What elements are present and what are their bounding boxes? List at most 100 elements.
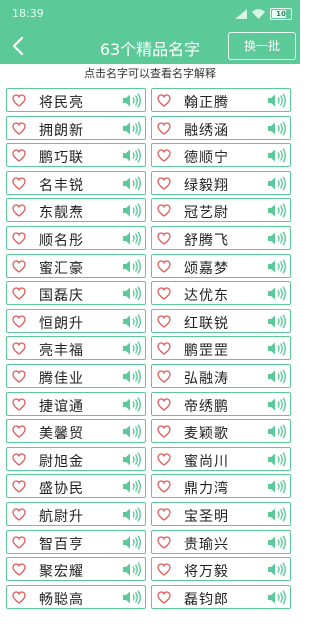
heart-icon[interactable] — [12, 370, 26, 383]
heart-icon[interactable] — [12, 232, 26, 245]
heart-icon[interactable] — [157, 342, 171, 356]
heart-icon[interactable] — [157, 480, 171, 494]
speaker-icon[interactable] — [122, 424, 142, 439]
heart-icon[interactable] — [157, 370, 171, 383]
speaker-icon[interactable] — [122, 286, 142, 301]
speaker-icon[interactable] — [122, 341, 142, 356]
speaker-icon[interactable] — [267, 203, 287, 218]
name-item[interactable]: 德顺宁 — [151, 143, 291, 168]
name-item[interactable]: 盛协民 — [6, 474, 146, 499]
speaker-icon[interactable] — [267, 424, 287, 439]
heart-icon[interactable] — [12, 149, 26, 162]
name-item[interactable]: 翰正腾 — [151, 88, 291, 112]
name-item[interactable]: 畅聪高 — [6, 584, 146, 609]
speaker-icon[interactable] — [122, 562, 142, 577]
speaker-icon[interactable] — [122, 148, 142, 163]
name-item[interactable]: 弘融涛 — [151, 363, 291, 388]
name-item[interactable]: 航尉升 — [6, 501, 146, 526]
heart-icon[interactable] — [157, 563, 171, 576]
name-item[interactable]: 舒腾飞 — [151, 225, 291, 250]
speaker-icon[interactable] — [267, 369, 287, 384]
name-item[interactable]: 蜜尚川 — [151, 446, 291, 471]
speaker-icon[interactable] — [267, 286, 287, 301]
name-item[interactable]: 美馨贸 — [6, 419, 146, 444]
heart-icon[interactable] — [157, 121, 171, 135]
heart-icon[interactable] — [12, 287, 26, 300]
name-item[interactable]: 拥朗新 — [6, 115, 146, 140]
speaker-icon[interactable] — [267, 176, 287, 191]
name-item[interactable]: 贵瑜兴 — [151, 529, 291, 554]
name-item[interactable]: 将万毅 — [151, 557, 291, 582]
heart-icon[interactable] — [157, 315, 171, 328]
name-item[interactable]: 磊钧郎 — [151, 584, 291, 609]
heart-icon[interactable] — [12, 425, 26, 438]
speaker-icon[interactable] — [122, 507, 142, 522]
speaker-icon[interactable] — [122, 452, 142, 467]
speaker-icon[interactable] — [267, 534, 287, 550]
name-item[interactable]: 顺名彤 — [6, 225, 146, 250]
name-item[interactable]: 鹏罡罡 — [151, 336, 291, 361]
speaker-icon[interactable] — [122, 479, 142, 494]
name-item[interactable]: 鼎力湾 — [151, 474, 291, 499]
name-item[interactable]: 尉旭金 — [6, 446, 146, 471]
speaker-icon[interactable] — [267, 258, 287, 274]
heart-icon[interactable] — [157, 149, 171, 162]
name-item[interactable]: 智百亨 — [6, 529, 146, 554]
name-item[interactable]: 麦颖歌 — [151, 419, 291, 444]
speaker-icon[interactable] — [267, 341, 287, 356]
heart-icon[interactable] — [12, 177, 26, 190]
heart-icon[interactable] — [157, 287, 171, 300]
heart-icon[interactable] — [157, 232, 171, 245]
heart-icon[interactable] — [157, 453, 171, 466]
name-item[interactable]: 宝圣明 — [151, 501, 291, 526]
speaker-icon[interactable] — [267, 479, 287, 494]
name-item[interactable]: 国磊庆 — [6, 281, 146, 306]
name-item[interactable]: 绿毅翔 — [151, 170, 291, 195]
speaker-icon[interactable] — [122, 121, 142, 136]
name-item[interactable]: 融绣涵 — [151, 115, 291, 140]
speaker-icon[interactable] — [267, 93, 287, 108]
name-item[interactable]: 聚宏耀 — [6, 557, 146, 582]
speaker-icon[interactable] — [122, 258, 142, 274]
heart-icon[interactable] — [12, 397, 26, 411]
speaker-icon[interactable] — [122, 93, 142, 108]
name-item[interactable]: 东靓焘 — [6, 198, 146, 223]
name-item[interactable]: 名丰锐 — [6, 170, 146, 195]
heart-icon[interactable] — [12, 535, 26, 549]
name-item[interactable]: 鹏巧联 — [6, 143, 146, 168]
heart-icon[interactable] — [12, 204, 26, 218]
heart-icon[interactable] — [157, 204, 171, 218]
heart-icon[interactable] — [12, 342, 26, 356]
speaker-icon[interactable] — [267, 148, 287, 163]
name-item[interactable]: 将民亮 — [6, 88, 146, 112]
name-item[interactable]: 颂嘉梦 — [151, 253, 291, 278]
heart-icon[interactable] — [12, 121, 26, 135]
speaker-icon[interactable] — [122, 176, 142, 191]
heart-icon[interactable] — [157, 94, 171, 107]
name-item[interactable]: 蜜汇豪 — [6, 253, 146, 278]
heart-icon[interactable] — [12, 563, 26, 576]
speaker-icon[interactable] — [267, 590, 287, 605]
speaker-icon[interactable] — [122, 534, 142, 550]
speaker-icon[interactable] — [267, 507, 287, 522]
heart-icon[interactable] — [157, 259, 171, 273]
heart-icon[interactable] — [12, 508, 26, 521]
speaker-icon[interactable] — [267, 452, 287, 467]
speaker-icon[interactable] — [122, 590, 142, 605]
name-item[interactable]: 红联锐 — [151, 308, 291, 333]
name-item[interactable]: 亮丰福 — [6, 336, 146, 361]
speaker-icon[interactable] — [122, 396, 142, 412]
heart-icon[interactable] — [12, 315, 26, 328]
speaker-icon[interactable] — [122, 231, 142, 246]
name-item[interactable]: 捷谊通 — [6, 391, 146, 416]
heart-icon[interactable] — [12, 591, 26, 604]
speaker-icon[interactable] — [267, 396, 287, 412]
speaker-icon[interactable] — [122, 369, 142, 384]
heart-icon[interactable] — [12, 480, 26, 494]
speaker-icon[interactable] — [267, 562, 287, 577]
refresh-button[interactable]: 换一批 — [228, 32, 296, 60]
name-item[interactable]: 恒朗升 — [6, 308, 146, 333]
heart-icon[interactable] — [157, 397, 171, 411]
heart-icon[interactable] — [157, 425, 171, 438]
heart-icon[interactable] — [157, 591, 171, 604]
